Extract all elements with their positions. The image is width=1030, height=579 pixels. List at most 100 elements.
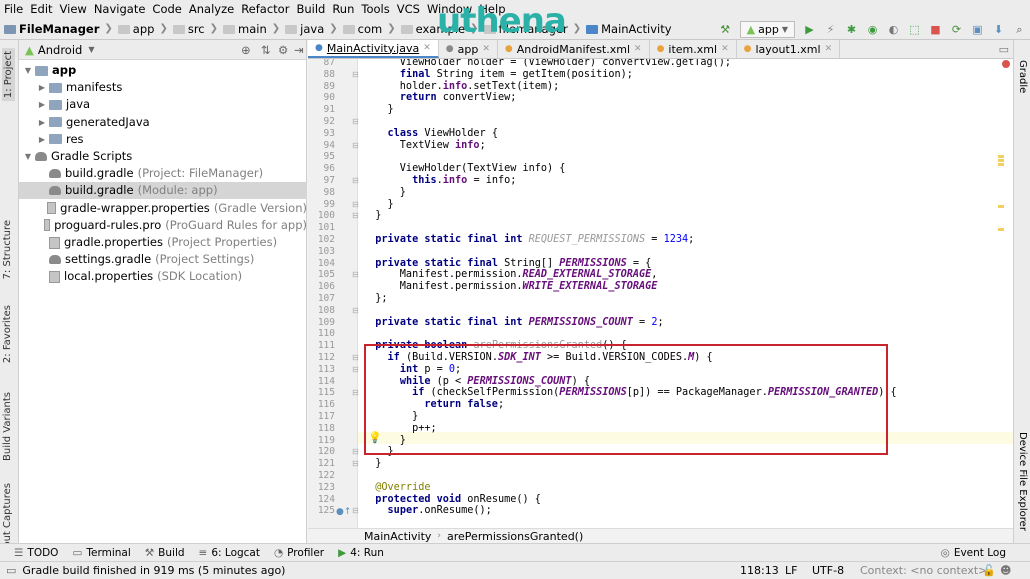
- fold-icon[interactable]: ⊟: [352, 211, 359, 220]
- status-message[interactable]: Gradle build finished in 919 ms (5 minut…: [22, 564, 285, 577]
- caret-position[interactable]: 118:13: [740, 564, 779, 577]
- menu-item-vcs[interactable]: VCS: [397, 2, 420, 16]
- breadcrumb-item[interactable]: main ❯: [223, 22, 285, 36]
- breadcrumb-item[interactable]: MainActivity: [586, 22, 672, 36]
- menu-item-view[interactable]: View: [60, 2, 87, 16]
- breadcrumb-item[interactable]: app ❯: [117, 22, 173, 36]
- tool-terminal[interactable]: ▭ Terminal: [72, 547, 130, 559]
- tab-gradle[interactable]: Gradle: [1017, 60, 1028, 93]
- tree-item[interactable]: gradle.properties (Project Properties): [19, 234, 307, 251]
- status-panel-icon[interactable]: ▭: [6, 564, 16, 577]
- fold-icon[interactable]: ⊟: [352, 306, 359, 315]
- tree-item[interactable]: gradle-wrapper.properties (Gradle Versio…: [19, 200, 307, 217]
- tool-profiler[interactable]: ◔ Profiler: [274, 547, 324, 559]
- fold-icon[interactable]: ⊟: [352, 506, 359, 515]
- file-encoding[interactable]: UTF-8: [812, 564, 844, 577]
- fold-icon[interactable]: ⊟: [352, 70, 359, 79]
- tree-item[interactable]: proguard-rules.pro (ProGuard Rules for a…: [19, 217, 307, 234]
- gear-icon[interactable]: ⚙: [278, 43, 288, 57]
- context-indicator[interactable]: Context: <no context>: [860, 564, 987, 577]
- close-icon[interactable]: ✕: [423, 43, 431, 53]
- sync-icon[interactable]: ⟳: [950, 23, 963, 36]
- warning-marker[interactable]: [998, 163, 1004, 166]
- breadcrumb-method[interactable]: arePermissionsGranted(): [447, 530, 583, 543]
- menu-item-navigate[interactable]: Navigate: [94, 2, 146, 16]
- menu-item-analyze[interactable]: Analyze: [189, 2, 234, 16]
- tab-project[interactable]: 1: Project: [2, 48, 15, 102]
- breadcrumb-item[interactable]: com ❯: [342, 22, 401, 36]
- tree-item[interactable]: ▶ res: [19, 131, 307, 148]
- tree-item[interactable]: settings.gradle (Project Settings): [19, 251, 307, 268]
- warning-marker[interactable]: [998, 155, 1004, 158]
- tree-item[interactable]: build.gradle (Module: app): [19, 182, 307, 200]
- breadcrumb-item[interactable]: java ❯: [285, 22, 343, 36]
- tree-item[interactable]: ▶ manifests: [19, 79, 307, 96]
- tool-logcat[interactable]: ≡ 6: Logcat: [199, 547, 260, 559]
- fold-icon[interactable]: ⊟: [352, 365, 359, 374]
- fold-icon[interactable]: ⊟: [352, 270, 359, 279]
- stop-icon[interactable]: ■: [929, 23, 942, 36]
- avd-manager-icon[interactable]: ▣: [971, 23, 984, 36]
- fold-icon[interactable]: ⊟: [352, 459, 359, 468]
- editor-tab[interactable]: ● layout1.xml ✕: [737, 40, 841, 58]
- editor-tab[interactable]: ● item.xml ✕: [650, 40, 737, 58]
- apply-changes-icon[interactable]: ⚡: [824, 23, 837, 36]
- close-icon[interactable]: ✕: [721, 44, 729, 54]
- warning-marker[interactable]: [998, 159, 1004, 162]
- fold-icon[interactable]: ⊟: [352, 200, 359, 209]
- menu-item-code[interactable]: Code: [152, 2, 181, 16]
- fold-icon[interactable]: ⊟: [352, 447, 359, 456]
- locate-icon[interactable]: ⊕: [241, 43, 251, 57]
- close-icon[interactable]: ✕: [482, 44, 490, 54]
- tool-build[interactable]: ⚒ Build: [145, 547, 185, 559]
- chevron-down-icon[interactable]: ▼: [88, 45, 94, 54]
- breadcrumb-class[interactable]: MainActivity: [364, 530, 431, 543]
- coverage-icon[interactable]: ⬚: [908, 23, 921, 36]
- tree-item[interactable]: build.gradle (Project: FileManager): [19, 165, 307, 182]
- menu-item-build[interactable]: Build: [296, 2, 325, 16]
- menu-item-file[interactable]: File: [4, 2, 23, 16]
- hammer-icon[interactable]: ⚒: [719, 23, 732, 36]
- lock-icon[interactable]: 🔓: [982, 564, 996, 577]
- hide-panel-icon[interactable]: ⇥: [294, 43, 304, 57]
- tab-favorites[interactable]: 2: Favorites: [2, 305, 13, 363]
- code-editor[interactable]: 8687888990919293949596979899100101102103…: [308, 59, 1013, 528]
- tree-item[interactable]: ▼ Gradle Scripts: [19, 148, 307, 165]
- editor-tab[interactable]: ● app ✕: [439, 40, 498, 58]
- fold-icon[interactable]: ⊟: [352, 353, 359, 362]
- sdk-manager-icon[interactable]: ⬇: [992, 23, 1005, 36]
- tab-build-variants[interactable]: Build Variants: [2, 392, 13, 461]
- collapse-all-icon[interactable]: ⇅: [261, 43, 271, 57]
- tool-event-log[interactable]: ◎ Event Log: [941, 547, 1006, 559]
- tool-run[interactable]: ▶ 4: Run: [338, 547, 384, 559]
- fold-icon[interactable]: ⊟: [352, 388, 359, 397]
- tree-item[interactable]: ▶ java: [19, 96, 307, 113]
- tab-device-file-explorer[interactable]: Device File Explorer: [1017, 432, 1028, 531]
- editor-tab[interactable]: ● MainActivity.java ✕: [308, 40, 439, 58]
- attach-debugger-icon[interactable]: ◐: [887, 23, 900, 36]
- menu-item-run[interactable]: Run: [332, 2, 354, 16]
- fold-icon[interactable]: ⊟: [352, 141, 359, 150]
- fold-icon[interactable]: ⊟: [352, 176, 359, 185]
- warning-marker[interactable]: [998, 205, 1004, 208]
- tree-item[interactable]: ▼ app: [19, 62, 307, 79]
- project-crumb[interactable]: FileManager ❯: [4, 22, 118, 36]
- fold-icon[interactable]: ⊟: [352, 117, 359, 126]
- search-icon[interactable]: ⌕: [1013, 23, 1026, 36]
- debug-icon[interactable]: ✱: [845, 23, 858, 36]
- breadcrumb-item[interactable]: src ❯: [172, 22, 223, 36]
- run-config-select[interactable]: ▲ app ▼: [739, 20, 795, 38]
- tool-todo[interactable]: ☰ TODO: [14, 547, 58, 559]
- menu-item-edit[interactable]: Edit: [30, 2, 52, 16]
- warning-marker[interactable]: [998, 228, 1004, 231]
- editor-tab[interactable]: ● AndroidManifest.xml ✕: [498, 40, 650, 58]
- close-icon[interactable]: ✕: [825, 44, 833, 54]
- tab-structure[interactable]: 7: Structure: [2, 220, 13, 279]
- project-view-select[interactable]: Android: [38, 43, 82, 57]
- run-icon[interactable]: ▶: [803, 23, 816, 36]
- close-icon[interactable]: ✕: [634, 44, 642, 54]
- line-separator[interactable]: LF: [785, 564, 797, 577]
- tree-item[interactable]: local.properties (SDK Location): [19, 268, 307, 285]
- menu-item-refactor[interactable]: Refactor: [241, 2, 289, 16]
- tabs-more-icon[interactable]: ▭: [999, 43, 1009, 56]
